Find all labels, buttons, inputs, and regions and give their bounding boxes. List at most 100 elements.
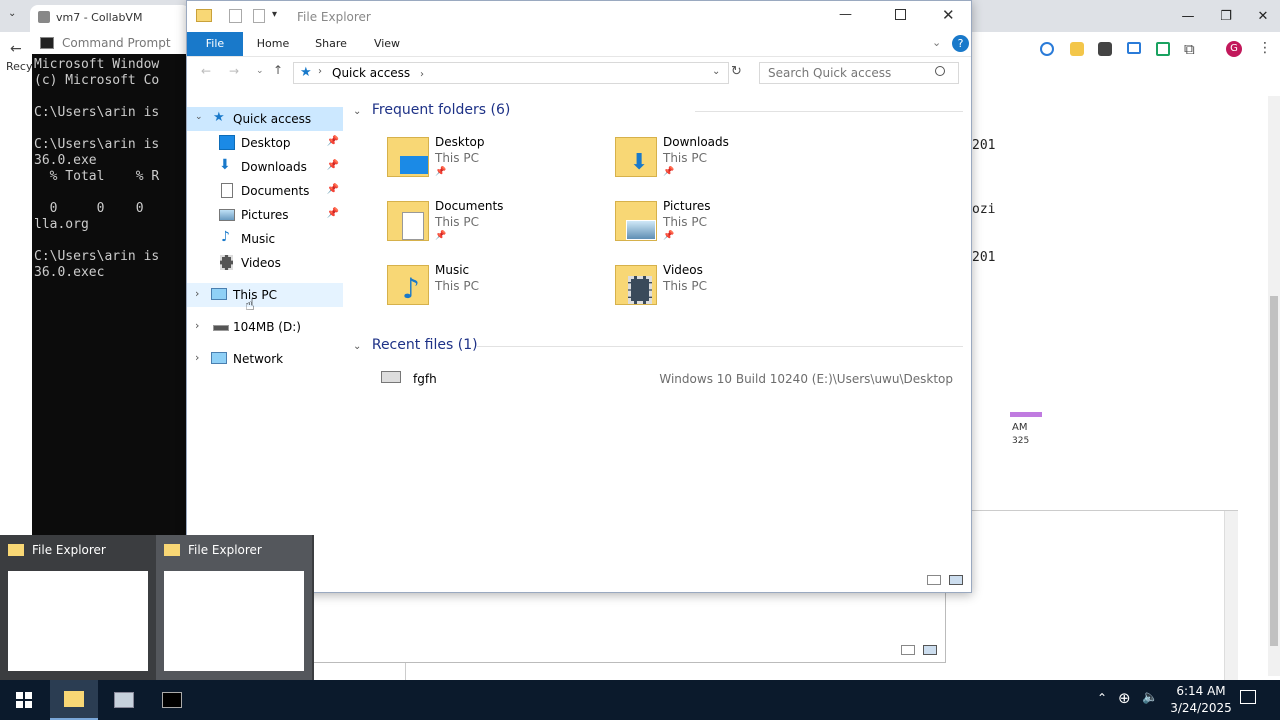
- folder-tile-pictures[interactable]: Pictures This PC 📌: [615, 195, 855, 255]
- collapse-chevron-icon: ⌄: [353, 341, 362, 352]
- refresh-icon[interactable]: ↻: [731, 64, 742, 79]
- sidebar-item-music[interactable]: ♪ Music: [187, 227, 343, 251]
- details-view-icon[interactable]: [901, 645, 915, 655]
- sidebar-item-label: Downloads: [241, 160, 307, 174]
- sidebar-item-drive[interactable]: › 104MB (D:): [187, 315, 343, 339]
- tab-file[interactable]: File: [187, 32, 243, 56]
- show-hidden-icons-icon[interactable]: ⌃: [1097, 691, 1107, 705]
- back-arrow-icon[interactable]: ←: [10, 41, 22, 57]
- folder-tile-documents[interactable]: Documents This PC 📌: [387, 195, 627, 255]
- menu-icon[interactable]: ⋮: [1258, 40, 1272, 56]
- cmd-titlebar[interactable]: Command Prompt: [32, 32, 188, 54]
- recent-locations-icon[interactable]: ⌄: [256, 66, 264, 76]
- desktop-folder-icon: [387, 137, 429, 177]
- start-button[interactable]: [0, 680, 48, 720]
- cmd-line: 36.0.exec: [34, 265, 105, 280]
- folder-tile-downloads[interactable]: ⬇ Downloads This PC 📌: [615, 131, 855, 191]
- search-icon[interactable]: [935, 66, 945, 76]
- folder-name: Videos: [663, 263, 703, 277]
- search-input[interactable]: Search Quick access: [759, 62, 959, 84]
- explorer-window-behind[interactable]: [310, 590, 946, 663]
- sidebar-item-pictures[interactable]: Pictures 📌: [187, 203, 343, 227]
- extension-icon[interactable]: [1098, 42, 1112, 56]
- expand-chevron-icon[interactable]: ›: [195, 287, 199, 300]
- pin-icon[interactable]: 📌: [327, 184, 339, 195]
- clock-date: 3/24/2025: [1170, 701, 1232, 715]
- qat-dropdown-icon[interactable]: ▾: [272, 9, 277, 20]
- sidebar-item-network[interactable]: › Network: [187, 347, 343, 371]
- thumbnail-file-explorer[interactable]: File Explorer: [156, 535, 312, 680]
- music-folder-icon: ♪: [387, 265, 429, 305]
- sidebar-item-this-pc[interactable]: › This PC: [187, 283, 343, 307]
- breadcrumb-chevron-icon[interactable]: ›: [420, 69, 424, 80]
- tab-list-chevron-icon[interactable]: ⌄: [8, 8, 16, 19]
- scroll-thumb[interactable]: [1270, 296, 1278, 646]
- maximize-button[interactable]: [895, 9, 906, 20]
- address-bar[interactable]: ★ › Quick access › ⌄: [293, 62, 729, 84]
- network-globe-icon[interactable]: ⊕: [1118, 689, 1131, 707]
- folder-icon: [64, 691, 84, 707]
- taskbar-file-explorer[interactable]: [50, 680, 98, 720]
- browser-tab[interactable]: vm7 - CollabVM: [30, 5, 190, 32]
- large-icons-view-icon[interactable]: [923, 645, 937, 655]
- taskbar-command-prompt[interactable]: [148, 680, 196, 720]
- browser-close-button[interactable]: ✕: [1240, 0, 1280, 32]
- sidebar-item-quick-access[interactable]: ⌄ ★ Quick access: [187, 107, 343, 131]
- breadcrumb[interactable]: Quick access: [332, 66, 410, 80]
- properties-icon[interactable]: [229, 9, 242, 23]
- tab-view[interactable]: View: [363, 32, 411, 56]
- minimize-button[interactable]: —: [839, 7, 852, 22]
- collapse-chevron-icon: ⌄: [353, 106, 362, 117]
- puzzle-icon[interactable]: ⧉: [1184, 40, 1195, 58]
- clock[interactable]: 6:14 AM 3/24/2025: [1166, 683, 1236, 717]
- taskbar-thumbnails: File Explorer File Explorer: [0, 535, 314, 680]
- recent-file-row[interactable]: fgfh Windows 10 Build 10240 (E:)\Users\u…: [381, 369, 955, 391]
- panel-scrollbar[interactable]: [1224, 511, 1238, 685]
- pin-icon[interactable]: 📌: [327, 160, 339, 171]
- bg-text-3: 201: [972, 250, 996, 265]
- explorer-titlebar[interactable]: ▾ File Explorer — ✕: [187, 1, 971, 32]
- extension-icon[interactable]: [1156, 42, 1170, 56]
- cmd-line: (c) Microsoft Co: [34, 73, 160, 88]
- tab-share[interactable]: Share: [307, 32, 355, 56]
- help-icon[interactable]: ?: [952, 35, 969, 52]
- forward-icon[interactable]: →: [229, 64, 239, 78]
- sidebar-item-desktop[interactable]: Desktop 📌: [187, 131, 343, 155]
- address-dropdown-icon[interactable]: ⌄: [712, 66, 720, 77]
- notifications-icon[interactable]: [1240, 690, 1256, 704]
- recent-files-header[interactable]: ⌄ Recent files (1): [353, 337, 478, 353]
- sidebar-item-downloads[interactable]: ⬇ Downloads 📌: [187, 155, 343, 179]
- collapse-chevron-icon[interactable]: ⌄: [195, 112, 203, 122]
- file-name: fgfh: [413, 372, 437, 386]
- pictures-icon: [219, 209, 235, 221]
- tab-home[interactable]: Home: [249, 32, 297, 56]
- taskbar-app[interactable]: [100, 680, 148, 720]
- pin-icon[interactable]: 📌: [327, 208, 339, 219]
- large-icons-view-icon[interactable]: [949, 575, 963, 585]
- expand-chevron-icon[interactable]: ›: [195, 351, 199, 364]
- thumbnail-file-explorer[interactable]: File Explorer: [0, 535, 156, 680]
- pin-icon[interactable]: 📌: [327, 136, 339, 147]
- folder-tile-videos[interactable]: Videos This PC: [615, 259, 855, 319]
- close-button[interactable]: ✕: [942, 6, 955, 24]
- purple-bar: [1010, 412, 1042, 417]
- volume-muted-icon[interactable]: 🔈: [1142, 690, 1158, 705]
- bg-text-1: 201: [972, 138, 996, 153]
- folder-tile-desktop[interactable]: Desktop This PC 📌: [387, 131, 627, 191]
- new-folder-icon[interactable]: [253, 9, 265, 23]
- expand-ribbon-icon[interactable]: ⌄: [932, 36, 941, 49]
- details-view-icon[interactable]: [927, 575, 941, 585]
- frequent-folders-header[interactable]: ⌄ Frequent folders (6): [353, 102, 510, 118]
- up-icon[interactable]: ↑: [273, 63, 283, 77]
- sidebar-item-documents[interactable]: Documents 📌: [187, 179, 343, 203]
- avatar[interactable]: G: [1226, 41, 1242, 57]
- file-explorer-window[interactable]: ▾ File Explorer — ✕ File Home Share View…: [186, 0, 972, 593]
- extension-icon[interactable]: [1127, 42, 1141, 54]
- extension-icon[interactable]: [1070, 42, 1084, 56]
- extension-icon[interactable]: [1040, 42, 1054, 56]
- expand-chevron-icon[interactable]: ›: [195, 319, 199, 332]
- back-icon[interactable]: ←: [201, 64, 211, 78]
- sidebar-item-videos[interactable]: Videos: [187, 251, 343, 275]
- breadcrumb-chevron-icon: ›: [318, 66, 322, 77]
- folder-tile-music[interactable]: ♪ Music This PC: [387, 259, 627, 319]
